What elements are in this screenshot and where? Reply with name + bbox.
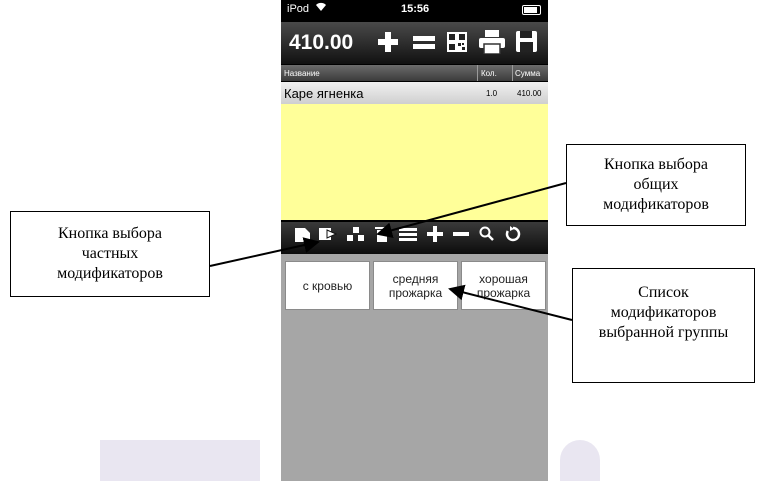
callout-common-modifiers: Кнопка выбора общих модификаторов (566, 144, 746, 226)
callout-private-modifiers: Кнопка выбора частных модификаторов (10, 211, 210, 297)
callout-modifier-list: Список модификаторов выбранной группы (572, 268, 755, 383)
